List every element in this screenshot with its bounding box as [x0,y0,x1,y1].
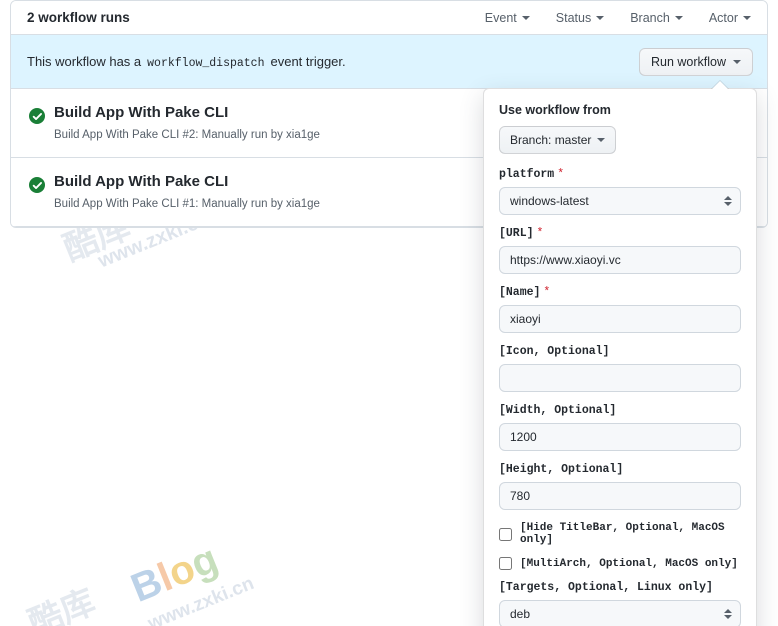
url-field: [URL] * [499,227,741,274]
filter-branch-label: Branch [630,10,670,25]
check-circle-icon [29,108,45,124]
hide-titlebar-optional-macos-only-label[interactable]: [Hide TitleBar, Optional, MacOS only] [520,522,741,546]
platform-select-wrap: windows-latestmacos-latestubuntu-latest [499,187,741,215]
checkbox-row: [MultiArch, Optional, MacOS only] [499,557,741,570]
watermark-4: 酷库 [23,582,101,626]
dispatch-banner-text: This workflow has a workflow_dispatch ev… [27,54,346,70]
dispatch-event-code: workflow_dispatch [147,56,265,70]
filter-bar: Event Status Branch Actor [485,11,751,25]
platform-select[interactable]: windows-latestmacos-latestubuntu-latest [499,187,741,215]
filter-status[interactable]: Status [555,10,605,25]
panel-title: Use workflow from [499,103,611,117]
required-marker: * [543,286,551,299]
panel-targets-field: [Targets, Optional, Linux only] debappima… [499,581,741,626]
hide-titlebar-optional-macos-only-checkbox[interactable] [499,527,512,541]
chevron-down-icon [597,138,606,142]
name-input[interactable] [499,305,741,333]
run-workflow-button-label: Run workflow [650,54,726,69]
icon-optional-input[interactable] [499,364,741,392]
name-label: [Name] * [499,286,551,299]
targets-select-wrap: debappimagerpm [499,600,741,626]
panel-fields: platform* windows-latestmacos-latestubunt… [499,168,741,510]
filter-actor-label: Actor [708,10,738,25]
branch-selector-label: Branch: master [510,133,592,147]
required-marker: * [557,168,565,181]
run-workflow-dropdown-button[interactable]: Run workflow [638,47,753,76]
width-optional-label: [Width, Optional] [499,404,617,417]
watermark-6: www.zxki.cn [145,572,257,626]
chevron-down-icon [743,15,751,20]
runs-count-label: 2 workflow runs [27,10,130,25]
chevron-down-icon [596,15,605,20]
name-field: [Name] * [499,286,741,333]
height-optional-input[interactable] [499,482,741,510]
url-label: [URL] * [499,227,544,240]
workflow-dispatch-banner: This workflow has a workflow_dispatch ev… [11,35,767,89]
height-optional-field: [Height, Optional] [499,463,741,510]
targets-field: [Targets, Optional, Linux only] debappima… [499,581,741,626]
icon-optional-label: [Icon, Optional] [499,345,610,358]
icon-optional-field: [Icon, Optional] [499,345,741,392]
filter-actor[interactable]: Actor [709,11,751,25]
chevron-down-icon [674,15,683,20]
platform-field: platform* windows-latestmacos-latestubunt… [499,168,741,215]
panel-arrow [712,81,728,89]
chevron-down-icon [521,15,530,20]
targets-label: [Targets, Optional, Linux only] [499,581,713,594]
run-title[interactable]: Build App With Pake CLI [54,173,228,190]
platform-label: platform * [499,168,565,181]
run-workflow-panel: Use workflow from Branch: master platfor… [483,80,757,626]
targets-select[interactable]: debappimagerpm [499,600,741,626]
watermark-5: Blog [125,536,224,611]
workflow-runs-page: 酷库www.zxki.cnBlogwww.zxki.cn酷库Blogwww.zx… [0,0,778,626]
required-marker: * [536,227,544,240]
multiarch-optional-macos-only-label[interactable]: [MultiArch, Optional, MacOS only] [520,558,738,570]
runs-header: 2 workflow runs Event Status Branch Acto… [11,1,767,35]
height-optional-label: [Height, Optional] [499,463,624,476]
panel-checkboxes: [Hide TitleBar, Optional, MacOS only] [Mu… [499,522,741,570]
run-title[interactable]: Build App With Pake CLI [54,104,228,121]
filter-status-label: Status [555,10,592,25]
url-input[interactable] [499,246,741,274]
chevron-down-icon [733,59,741,64]
filter-event-label: Event [484,10,517,25]
width-optional-field: [Width, Optional] [499,404,741,451]
check-circle-icon [29,177,45,193]
multiarch-optional-macos-only-checkbox[interactable] [499,557,512,570]
dispatch-text-before: This workflow has a [27,53,142,69]
branch-selector-button[interactable]: Branch: master [499,126,617,154]
filter-event[interactable]: Event [485,11,530,25]
filter-branch[interactable]: Branch [630,11,683,25]
dispatch-text-after: event trigger. [270,53,346,69]
width-optional-input[interactable] [499,423,741,451]
checkbox-row: [Hide TitleBar, Optional, MacOS only] [499,522,741,546]
